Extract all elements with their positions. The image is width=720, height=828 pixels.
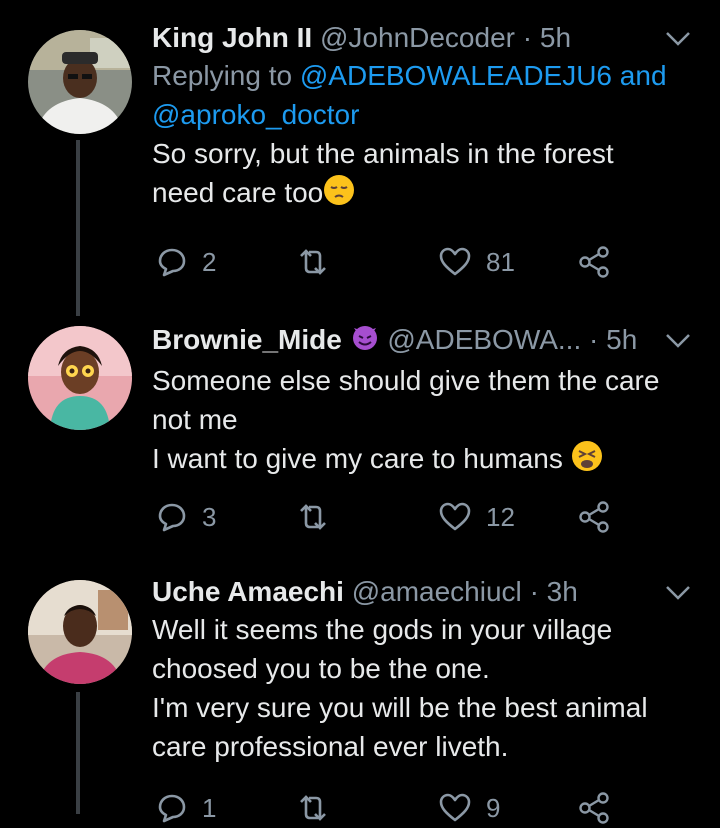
text-line: So sorry, but the animals in the forest [152,138,614,169]
reply-button[interactable]: 2 [156,242,216,282]
reply-count: 3 [202,501,217,532]
share-button[interactable] [578,497,610,537]
heart-icon [439,793,471,822]
tweet-header: Brownie_Mide @ADEBOWA... · 5h [152,322,680,361]
reply-count: 1 [202,792,217,823]
text-line: need care too [152,177,324,208]
separator: · [589,324,599,355]
reply-button[interactable]: 1 [156,788,216,828]
timestamp[interactable]: 3h [547,576,578,607]
heart-icon [439,247,471,276]
retweet-icon [300,504,326,530]
tweet-actions: 2 81 [152,242,632,282]
heart-icon [439,502,471,531]
text-line: choosed you to be the one. [152,653,490,684]
like-button[interactable]: 12 [438,497,515,537]
replying-label: Replying to [152,60,293,91]
tweet-text: Well it seems the gods in your village c… [152,610,680,766]
replying-and: and [619,60,667,91]
reply-icon [158,248,186,277]
chevron-down-icon[interactable] [664,584,692,602]
display-name[interactable]: King John II [152,22,312,53]
tweet-text: Someone else should give them the care n… [152,361,680,482]
text-line: not me [152,404,238,435]
retweet-button[interactable] [296,497,344,537]
share-button[interactable] [578,788,610,828]
thread-line [76,140,80,316]
avatar[interactable] [28,326,132,430]
retweet-button[interactable] [296,788,344,828]
separator: · [529,576,539,607]
tweet-header: Uche Amaechi @amaechiucl · 3h [152,574,680,610]
retweet-icon [300,795,326,821]
mention-link[interactable]: @aproko_doctor [152,99,359,130]
avatar[interactable] [28,30,132,134]
reply-button[interactable]: 3 [156,497,216,537]
like-button[interactable]: 81 [438,242,515,282]
like-count: 81 [486,246,515,277]
reply-icon [158,503,186,532]
tweet-header: King John II @JohnDecoder · 5h [152,20,680,56]
display-name[interactable]: Uche Amaechi [152,576,344,607]
tweet-text: So sorry, but the animals in the forest … [152,134,680,216]
weary-face-icon [571,440,603,482]
share-icon [579,246,609,278]
handle[interactable]: @ADEBOWA... [387,324,581,355]
like-count: 9 [486,792,501,823]
tweet-actions: 3 12 [152,497,632,537]
pensive-face-icon [323,174,355,216]
share-icon [579,792,609,824]
text-line: I'm very sure you will be the best anima… [152,692,648,723]
text-line: Someone else should give them the care [152,365,660,396]
avatar[interactable] [28,580,132,684]
like-button[interactable]: 9 [438,788,500,828]
separator: · [522,22,533,53]
text-line: I want to give my care to humans [152,443,563,474]
replying-to: Replying to @ADEBOWALEADEJU6 and @aproko… [152,56,680,134]
retweet-icon [300,249,326,275]
smiling-imp-icon [350,322,380,361]
share-icon [579,501,609,533]
display-name[interactable]: Brownie_Mide [152,324,342,355]
reply-icon [158,794,186,823]
timestamp[interactable]: 5h [606,324,637,355]
handle[interactable]: @JohnDecoder [320,22,515,53]
tweet-actions: 1 9 [152,788,632,828]
retweet-button[interactable] [296,242,344,282]
thread-line [76,692,80,814]
reply-thread: King John II @JohnDecoder · 5h Replying … [0,0,720,824]
text-line: care professional ever liveth. [152,731,509,762]
mention-link[interactable]: @ADEBOWALEADEJU6 [300,60,612,91]
chevron-down-icon[interactable] [664,30,692,48]
handle[interactable]: @amaechiucl [352,576,522,607]
chevron-down-icon[interactable] [664,332,692,350]
timestamp[interactable]: 5h [540,22,571,53]
text-line: Well it seems the gods in your village [152,614,613,645]
like-count: 12 [486,501,515,532]
reply-count: 2 [202,246,217,277]
share-button[interactable] [578,242,610,282]
